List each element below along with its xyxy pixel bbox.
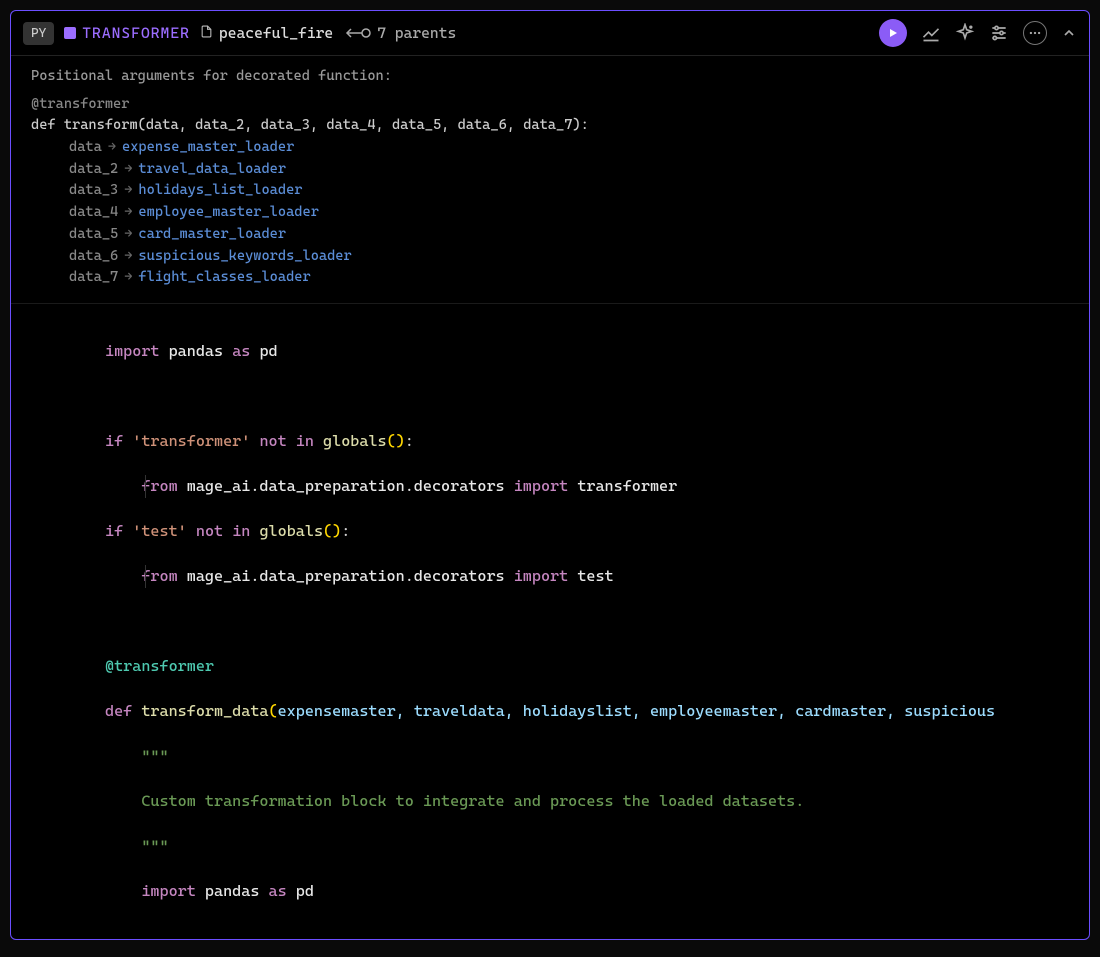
code-editor[interactable]: import pandas as pd if 'transformer' not… [11, 304, 1089, 939]
arg-row: data_3 → holidays_list_loader [69, 180, 1069, 202]
arg-target-link[interactable]: employee_master_loader [138, 202, 318, 224]
args-meta: Positional arguments for decorated funct… [11, 56, 1089, 304]
arg-name: data_6 [69, 246, 118, 268]
arrow-icon: → [124, 159, 132, 181]
language-badge: PY [23, 22, 54, 45]
arg-name: data [69, 137, 102, 159]
arg-row: data → expense_master_loader [69, 137, 1069, 159]
arrow-icon: → [124, 267, 132, 289]
parents-icon [343, 26, 371, 40]
play-icon [887, 27, 899, 39]
parents-label: 7 parents [377, 24, 456, 42]
run-button[interactable] [879, 19, 907, 47]
arg-row: data_2 → travel_data_loader [69, 159, 1069, 181]
parents-chip[interactable]: 7 parents [343, 24, 456, 42]
ellipsis-icon [1028, 26, 1042, 40]
block-header: PY TRANSFORMER peaceful_fire 7 parents [11, 11, 1089, 56]
arg-target-link[interactable]: suspicious_keywords_loader [138, 246, 351, 268]
arg-name: data_2 [69, 159, 118, 181]
arg-target-link[interactable]: travel_data_loader [138, 159, 286, 181]
block-type-label: TRANSFORMER [82, 24, 190, 42]
more-button[interactable] [1023, 21, 1047, 45]
arg-row: data_5 → card_master_loader [69, 224, 1069, 246]
arg-name: data_4 [69, 202, 118, 224]
arg-row: data_6 → suspicious_keywords_loader [69, 246, 1069, 268]
arg-row: data_4 → employee_master_loader [69, 202, 1069, 224]
arg-name: data_3 [69, 180, 118, 202]
decorator-line: @transformer [31, 94, 1069, 116]
chart-icon [921, 23, 941, 43]
arrow-icon: → [108, 137, 116, 159]
funcdef-line: def transform(data, data_2, data_3, data… [31, 115, 1069, 137]
block-type-chip[interactable]: TRANSFORMER [64, 24, 190, 42]
arg-target-link[interactable]: expense_master_loader [122, 137, 294, 159]
arg-name: data_7 [69, 267, 118, 289]
collapse-button[interactable] [1061, 25, 1077, 41]
file-icon [200, 24, 213, 43]
arg-target-link[interactable]: card_master_loader [138, 224, 286, 246]
arrow-icon: → [124, 180, 132, 202]
ai-button[interactable] [955, 23, 975, 43]
arg-target-link[interactable]: holidays_list_loader [138, 180, 302, 202]
file-chip[interactable]: peaceful_fire [200, 24, 333, 43]
status-bar [10, 940, 1090, 957]
chart-button[interactable] [921, 23, 941, 43]
arrow-icon: → [124, 224, 132, 246]
arg-target-link[interactable]: flight_classes_loader [138, 267, 310, 289]
args-title: Positional arguments for decorated funct… [31, 66, 1069, 88]
file-name: peaceful_fire [219, 24, 333, 42]
settings-button[interactable] [989, 23, 1009, 43]
arrow-icon: → [124, 246, 132, 268]
toolbar [879, 19, 1077, 47]
chevron-up-icon [1061, 25, 1077, 41]
sparkle-icon [955, 23, 975, 43]
sliders-icon [989, 23, 1009, 43]
arrow-icon: → [124, 202, 132, 224]
arg-row: data_7 → flight_classes_loader [69, 267, 1069, 289]
block-type-icon [64, 27, 76, 39]
code-block: PY TRANSFORMER peaceful_fire 7 parents [10, 10, 1090, 940]
arg-name: data_5 [69, 224, 118, 246]
